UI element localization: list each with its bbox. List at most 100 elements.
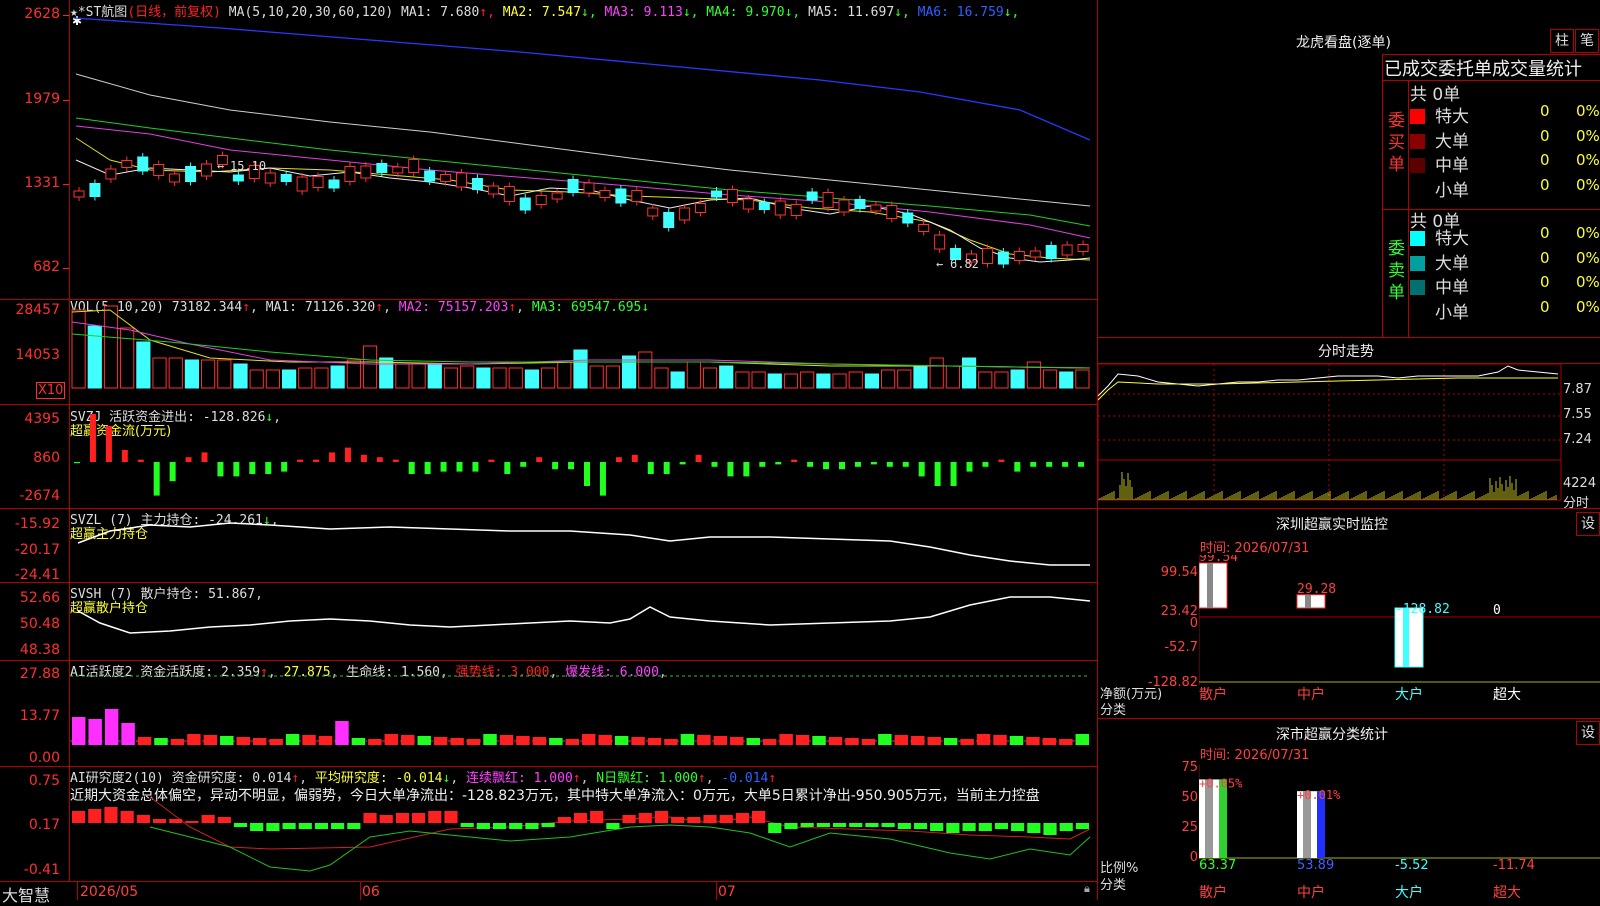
research-bar — [897, 823, 911, 829]
monitor-settings-button[interactable]: 设 — [1576, 512, 1600, 536]
candle — [583, 182, 595, 194]
research-bar — [492, 823, 507, 829]
main-chart-area[interactable]: ★*ST航图(日线，前复权) MA(5,10,20,30,60,120) MA1… — [0, 0, 1098, 905]
research-bar — [476, 823, 490, 829]
price-axis-label: 1979 — [24, 91, 60, 107]
order-row: 中单 0 0% — [1410, 273, 1600, 298]
activity-bar — [845, 738, 859, 745]
date-label: 2026/05 — [80, 884, 139, 900]
research-bar — [832, 823, 847, 827]
flow-bar — [839, 462, 845, 470]
monitor-category: 大户 — [1395, 687, 1423, 703]
lock-icon[interactable]: 🔒︎ — [1084, 882, 1090, 896]
activity-bar — [614, 736, 629, 745]
candle — [1061, 244, 1073, 256]
research-bar — [719, 815, 733, 823]
price-axis-label: 1331 — [24, 175, 60, 191]
volume-bar — [767, 373, 782, 389]
flow-bar — [552, 462, 559, 470]
candle — [73, 190, 85, 198]
flow-bar — [472, 462, 479, 472]
order-count: 0 — [1540, 273, 1550, 291]
ma3-line — [75, 125, 1091, 239]
flow-bar — [1030, 462, 1037, 467]
candle — [599, 190, 611, 198]
volume-bar — [346, 359, 361, 389]
classify-value-label: -11.74 — [1493, 858, 1535, 873]
intraday-chart[interactable] — [1098, 364, 1600, 504]
research-bar — [201, 815, 215, 823]
volume-bar — [621, 355, 637, 389]
research-bar — [217, 817, 231, 823]
volume-bar — [881, 369, 896, 389]
volume-bar — [71, 309, 86, 389]
volume-bar — [541, 367, 556, 389]
classify-value-label: 63.37 — [1199, 858, 1237, 873]
flow-bar — [265, 462, 272, 474]
ai1-chart — [70, 675, 1090, 745]
flow-bar — [440, 462, 447, 472]
candle — [981, 248, 993, 264]
activity-bar — [598, 735, 612, 745]
candle — [567, 179, 579, 193]
monitor-axis: 0 — [1189, 616, 1198, 631]
activity-bar — [483, 734, 497, 745]
stats-tabs[interactable]: 已成交委托单成交量统计 — [1384, 55, 1582, 81]
volume-bar — [751, 371, 766, 389]
research-bar — [541, 823, 555, 827]
brand-logo[interactable]: 大智慧 — [2, 882, 50, 906]
activity-bar — [795, 735, 810, 745]
activity-bar — [499, 735, 514, 745]
flow-bar — [217, 462, 224, 477]
bar-mode-button[interactable]: 柱 — [1550, 29, 1574, 53]
flow-bar — [759, 462, 766, 467]
candle — [695, 203, 707, 213]
ai2-axis-label: 0.17 — [28, 817, 60, 833]
activity-bar — [1026, 737, 1040, 745]
candle — [1077, 244, 1089, 252]
svzl-axis-label: -24.41 — [14, 567, 60, 583]
volume-bar — [136, 341, 151, 389]
activity-bar — [252, 738, 267, 745]
order-size-label: 小单 — [1435, 302, 1469, 323]
volume-bar — [217, 359, 232, 389]
color-swatch — [1410, 231, 1425, 246]
research-bar — [930, 823, 944, 831]
activity-bar — [401, 735, 415, 745]
candle — [711, 190, 722, 198]
activity-bar — [582, 734, 596, 745]
candle — [806, 191, 818, 201]
tick-mode-button[interactable]: 笔 — [1575, 29, 1599, 53]
flow-bar — [488, 459, 495, 462]
volume-bar — [945, 365, 960, 389]
order-size-label: 特大 — [1435, 229, 1469, 249]
research-bar — [331, 823, 345, 829]
price-chart[interactable]: ← 15.10 ← 6.82 — [70, 0, 1097, 299]
volume-bar — [638, 351, 653, 389]
flow-bar — [950, 462, 957, 486]
monitor-value-label: 99.54 — [1199, 555, 1238, 565]
order-size-label: 特大 — [1435, 107, 1469, 127]
volume-bar — [605, 365, 620, 389]
activity-bar — [220, 736, 234, 745]
volume-chart — [71, 305, 1091, 389]
candle — [535, 195, 547, 205]
candle — [615, 188, 627, 204]
classify-settings-button[interactable]: 设 — [1576, 721, 1600, 745]
divider — [1382, 54, 1383, 337]
volume-bar — [800, 371, 815, 389]
svsh-axis-label: 52.66 — [19, 590, 60, 606]
flow-bar — [201, 452, 208, 462]
research-bar — [444, 811, 458, 823]
activity-bar — [450, 738, 464, 745]
candle — [918, 224, 930, 232]
activity-bar — [680, 734, 695, 745]
classify-value-label: 53.89 — [1297, 858, 1335, 873]
volume-bar — [832, 373, 847, 389]
research-bar — [185, 821, 199, 823]
research-bar — [1075, 823, 1089, 829]
activity-bar — [532, 737, 547, 745]
volume-bar — [1026, 361, 1041, 389]
svsh-line — [77, 596, 1091, 634]
candle — [440, 174, 452, 182]
